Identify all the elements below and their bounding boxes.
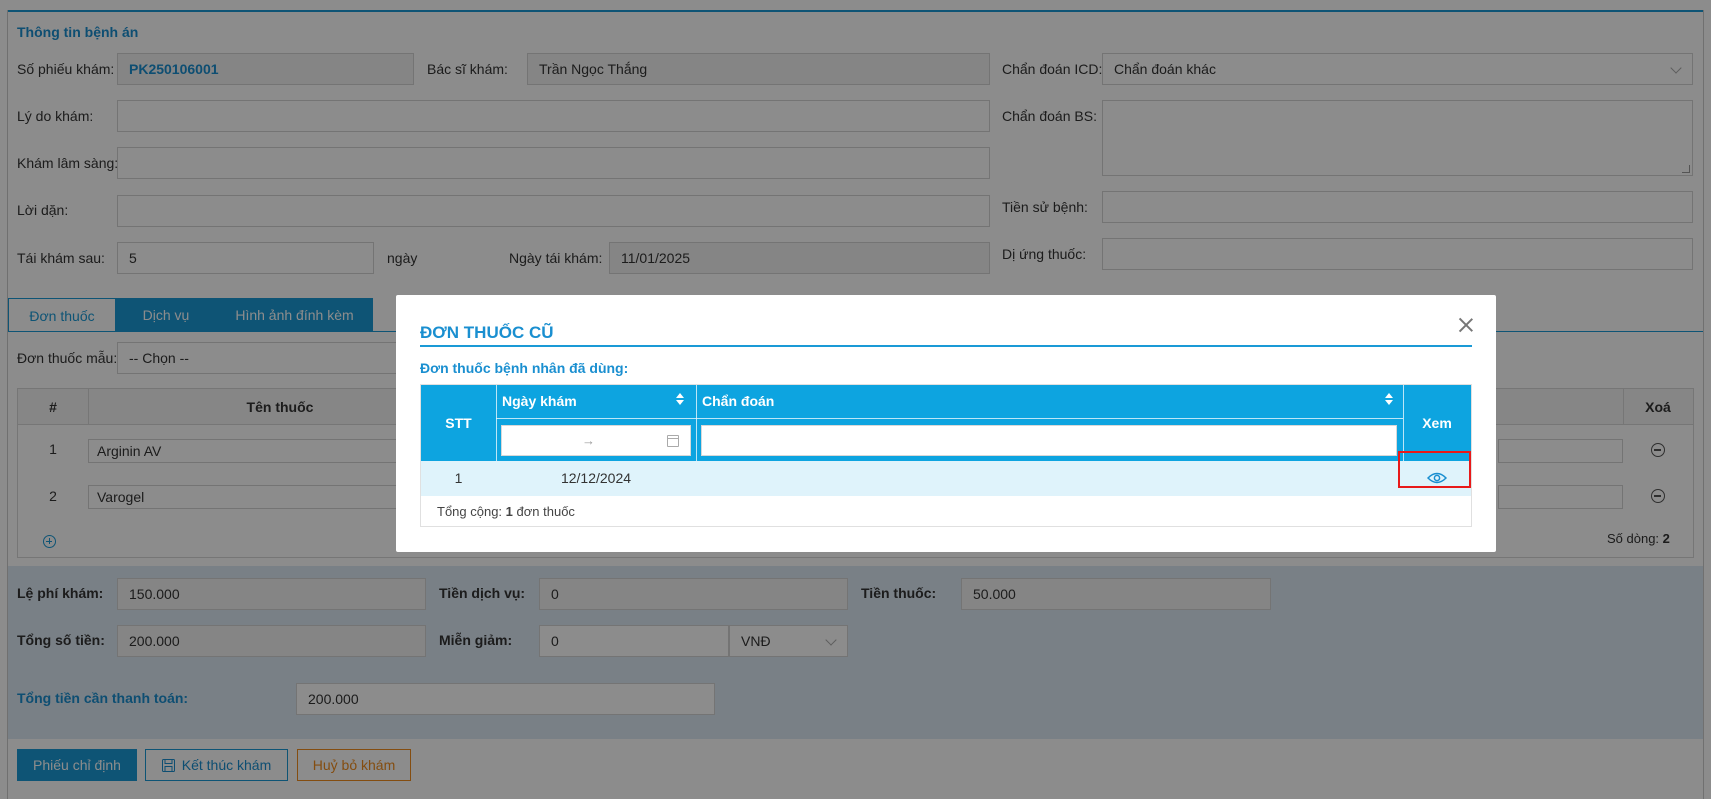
col-diagnosis[interactable]: Chẩn đoán	[702, 393, 774, 409]
old-prescription-table: STT Ngày khám Chẩn đoán Xem → 1 12/12/20…	[420, 384, 1472, 527]
col-divider	[496, 385, 497, 461]
close-icon[interactable]	[1458, 317, 1474, 333]
col-exam-date[interactable]: Ngày khám	[502, 393, 577, 409]
col-divider	[696, 385, 697, 461]
calendar-icon[interactable]	[667, 435, 679, 447]
row-stt: 1	[454, 470, 463, 486]
table-row[interactable]: 1 12/12/2024	[421, 461, 1471, 496]
old-prescription-modal: ĐƠN THUỐC CŨ Đơn thuốc bệnh nhân đã dùng…	[396, 295, 1496, 552]
table-footer: Tổng cộng: 1 đơn thuốc	[437, 504, 575, 519]
modal-subtitle: Đơn thuốc bệnh nhân đã dùng:	[420, 360, 629, 376]
col-stt: STT	[445, 415, 472, 431]
footer-prefix: Tổng cộng:	[437, 504, 503, 519]
row-exam-date: 12/12/2024	[560, 470, 632, 486]
view-button-highlight	[1398, 451, 1471, 488]
footer-suffix: đơn thuốc	[516, 504, 575, 519]
table-header: STT Ngày khám Chẩn đoán Xem →	[421, 385, 1471, 461]
sort-icon[interactable]	[676, 393, 684, 407]
footer-count: 1	[505, 504, 513, 519]
diagnosis-filter[interactable]	[701, 425, 1397, 456]
sort-icon[interactable]	[1385, 393, 1393, 407]
date-range-filter[interactable]: →	[501, 425, 691, 456]
date-range-separator: →	[582, 433, 595, 448]
col-view: Xem	[1422, 415, 1452, 431]
modal-title: ĐƠN THUỐC CŨ	[420, 323, 554, 342]
header-divider	[496, 418, 1403, 419]
modal-title-divider	[420, 345, 1472, 347]
